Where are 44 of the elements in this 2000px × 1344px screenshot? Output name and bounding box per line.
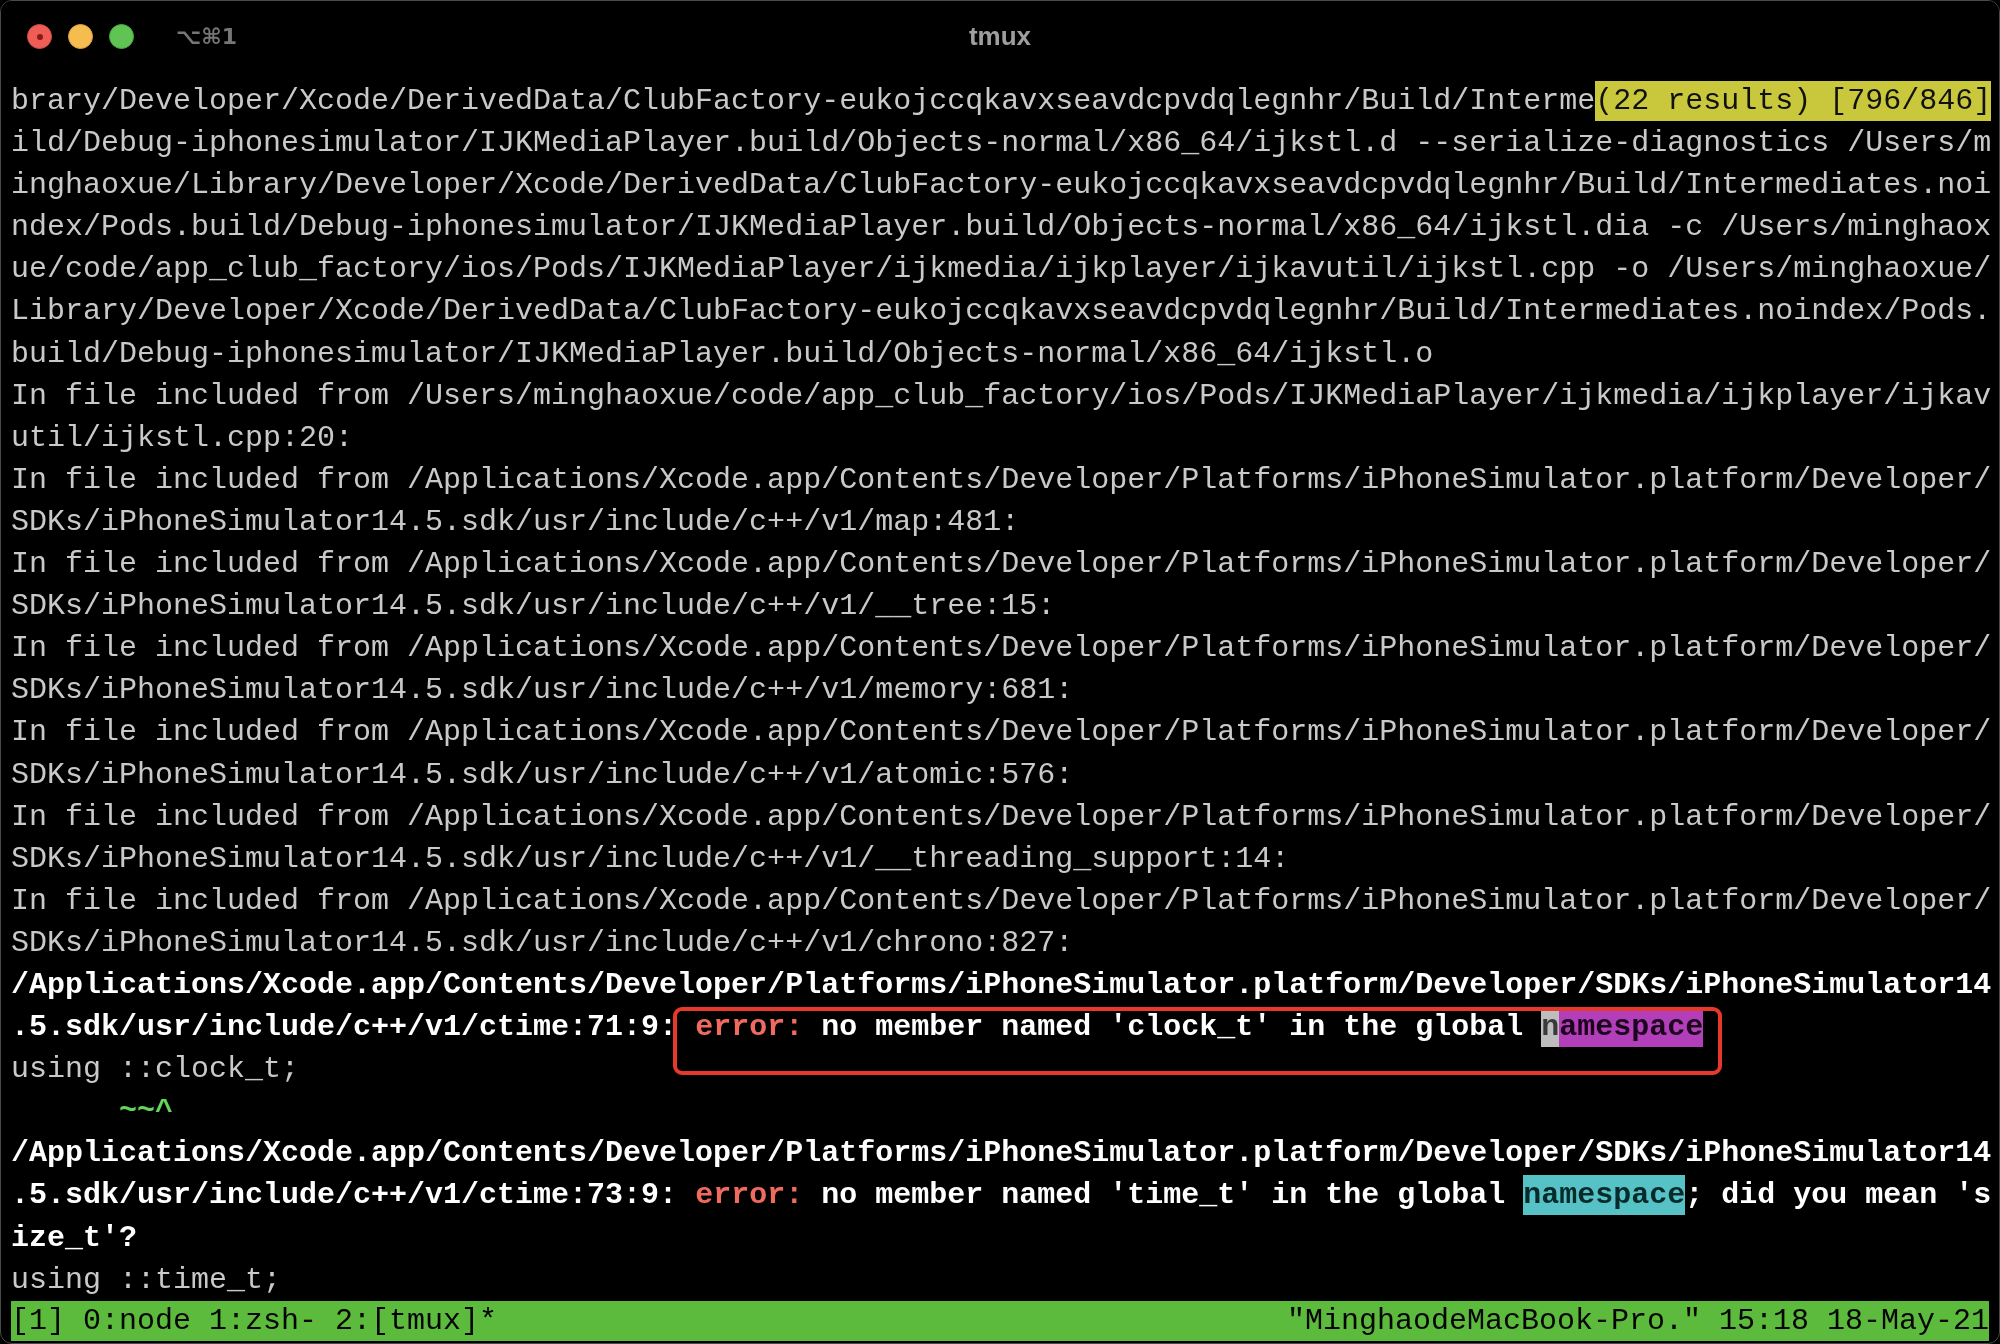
terminal-line: using ::clock_t;	[11, 1052, 300, 1087]
status-date: 18-May-21	[1826, 1302, 1989, 1340]
zoom-button[interactable]	[109, 24, 134, 49]
terminal-line: In file included from /Applications/Xcode.app/Contents/Developer/Platforms/iPhoneSimulator.platform/Developer/	[11, 799, 1992, 834]
terminal-line: In file included from /Applications/Xcode.app/Contents/Developer/Platforms/iPhoneSimulator.platform/Developer/	[11, 462, 1992, 497]
terminal-line: SDKs/iPhoneSimulator14.5.sdk/usr/include/c++/v1/atomic:576:	[11, 757, 1074, 792]
close-button[interactable]	[27, 24, 52, 49]
terminal-line: ild/Debug-iphonesimulator/IJKMediaPlayer.build/Objects-normal/x86_64/ijkstl.d --serialize-diagnostics /Users/m	[11, 126, 1992, 161]
terminal-line: util/ijkstl.cpp:20:	[11, 420, 354, 455]
terminal-text: .5.sdk/usr/include/c++/v1/ctime:71:9: error: no member named 'clock_t' in the global	[11, 1010, 1525, 1045]
window-title: tmux	[968, 21, 1032, 52]
terminal-line: ndex/Pods.build/Debug-iphonesimulator/IJKMediaPlayer.build/Objects-normal/x86_64/ijkstl.dia -c /Users/minghaox	[11, 210, 1992, 245]
terminal-line: Library/Developer/Xcode/DerivedData/ClubFactory-eukojccqkavxseavdcpvdqlegnhr/Build/Intermediates.noindex/Pods.	[11, 294, 1992, 329]
status-time: 15:18	[1718, 1302, 1809, 1340]
terminal-line: In file included from /Applications/Xcode.app/Contents/Developer/Platforms/iPhoneSimulator.platform/Developer/	[11, 547, 1992, 582]
terminal-line: ~~^	[118, 1094, 174, 1129]
window-tab[interactable]: 1:zsh-	[209, 1300, 318, 1341]
terminal-line: ue/code/app_club_factory/ios/Pods/IJKMediaPlayer/ijkmedia/ijkplayer/ijkavutil/ijkstl.cpp -o /Users/minghaoxue/	[11, 252, 1992, 287]
terminal-line: In file included from /Applications/Xcode.app/Contents/Developer/Platforms/iPhoneSimulator.platform/Developer/	[11, 883, 1992, 918]
search-status: (22 results) [796/846]	[1595, 81, 1992, 121]
session-name: [1]	[11, 1302, 65, 1340]
window-shortcut: ⌥⌘1	[176, 24, 238, 49]
host-name: "MinghaodeMacBook-Pro."	[1286, 1302, 1701, 1340]
terminal-line: SDKs/iPhoneSimulator14.5.sdk/usr/include/c++/v1/map:481:	[11, 504, 1020, 539]
terminal-line: SDKs/iPhoneSimulator14.5.sdk/usr/include/c++/v1/__tree:15:	[11, 589, 1056, 624]
terminal-line: SDKs/iPhoneSimulator14.5.sdk/usr/include/c++/v1/__threading_support:14:	[11, 841, 1290, 876]
window-tab[interactable]: 0:node	[83, 1300, 192, 1341]
terminal-line: /Applications/Xcode.app/Contents/Developer/Platforms/iPhoneSimulator.platform/Developer/SDKs/iPhoneSimulator14	[11, 967, 1992, 1002]
terminal-line: inghaoxue/Library/Developer/Xcode/DerivedData/ClubFactory-eukojccqkavxseavdcpvdqlegnhr/Build/Intermediates.noi	[11, 168, 1992, 203]
terminal-line: /Applications/Xcode.app/Contents/Developer/Platforms/iPhoneSimulator.platform/Developer/SDKs/iPhoneSimulator14	[11, 1136, 1992, 1171]
window-tab[interactable]: 2:[tmux]*	[335, 1300, 498, 1341]
minimize-button[interactable]	[68, 24, 93, 49]
terminal-text: brary/Developer/Xcode/DerivedData/ClubFactory-eukojccqkavxseavdcpvdqlegnhr/Build/Interme	[11, 84, 1596, 118]
terminal-line: SDKs/iPhoneSimulator14.5.sdk/usr/include/c++/v1/memory:681:	[11, 673, 1074, 708]
terminal-line: using ::time_t;	[11, 1262, 282, 1297]
terminal-line: SDKs/iPhoneSimulator14.5.sdk/usr/include/c++/v1/chrono:827:	[11, 925, 1074, 960]
terminal-line: In file included from /Applications/Xcode.app/Contents/Developer/Platforms/iPhoneSimulator.platform/Developer/	[11, 715, 1992, 750]
search-match: namespace	[1523, 1175, 1686, 1216]
terminal-line: In file included from /Applications/Xcode.app/Contents/Developer/Platforms/iPhoneSimulator.platform/Developer/	[11, 631, 1992, 666]
terminal-line: build/Debug-iphonesimulator/IJKMediaPlayer.build/Objects-normal/x86_64/ijkstl.o	[11, 336, 1434, 371]
terminal-line: In file included from /Users/minghaoxue/code/app_club_factory/ios/Pods/IJKMediaPlayer/ijkmedia/ijkplayer/ijkav	[11, 378, 1992, 413]
terminal-text: ; did you mean 's	[1685, 1178, 1992, 1213]
terminal-line: ize_t'?	[11, 1220, 138, 1255]
terminal-text: .5.sdk/usr/include/c++/v1/ctime:73:9: error: no member named 'time_t' in the global	[11, 1178, 1507, 1213]
